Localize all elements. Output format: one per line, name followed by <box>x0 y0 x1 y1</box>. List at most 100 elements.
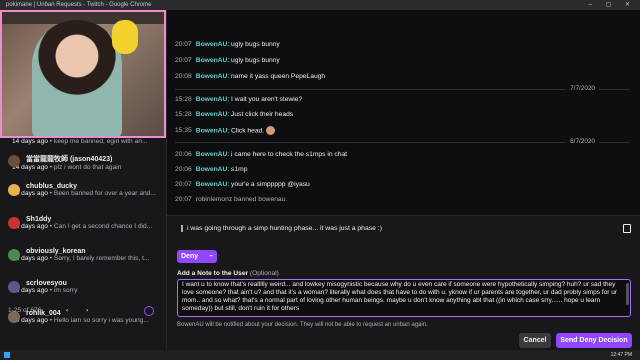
deny-label: Deny <box>181 253 199 260</box>
plush-toy <box>112 20 138 54</box>
chat-message: 20:07 BowenAU: ugly bugs bunny <box>175 57 280 64</box>
message-text: banned bowenau. <box>232 196 288 203</box>
note-textarea[interactable]: I want u to know that's reallllly weird.… <box>177 279 631 317</box>
message-time: 15:28 <box>175 96 192 103</box>
request-preview: Can I get a second chance I did... <box>53 223 153 230</box>
chat-message: 15:35 BowenAU: Click head. <box>175 126 276 135</box>
window-title: pokimane | Unban Requests - Twitch - Goo… <box>6 2 152 8</box>
message-time: 15:35 <box>175 127 192 135</box>
pagination-count: 1-25 of 676 <box>8 307 42 314</box>
message-user[interactable]: BowenAU <box>196 181 228 188</box>
send-deny-decision-button[interactable]: Send Deny Decision <box>556 333 632 348</box>
message-time: 20:07 <box>175 57 192 64</box>
list-item[interactable]: 14 days ago • keep me banned, egirl with… <box>0 138 166 145</box>
message-user[interactable]: BowenAU <box>196 151 228 158</box>
request-username: obviously_korean <box>26 248 86 255</box>
note-scrollbar[interactable] <box>626 283 629 305</box>
request-text: i was going through a simp hunting phase… <box>181 225 382 232</box>
chat-message: 20:06 BowenAU: i came here to check the s… <box>175 151 347 158</box>
unban-request-list: 14 days ago • keep me banned, egirl with… <box>0 138 166 350</box>
message-time: 20:08 <box>175 73 192 80</box>
taskbar-clock: 12:47 PM <box>610 352 632 358</box>
message-text: : Click head. <box>227 127 265 135</box>
message-user[interactable]: BowenAU <box>196 166 228 173</box>
pagination: 1-25 of 676 ‹ › <box>0 304 166 318</box>
deny-selection-button[interactable]: Deny – <box>177 250 217 263</box>
list-item[interactable]: obviously_korean 16 days ago • Sorry, I … <box>0 248 166 262</box>
message-text: : s1mp <box>227 166 248 173</box>
request-preview: Been banned for over a year and... <box>53 190 156 197</box>
message-time: 20:06 <box>175 151 192 158</box>
note-optional-text: (Optional) <box>249 270 279 277</box>
message-user[interactable]: BowenAU <box>196 73 228 80</box>
date-separator: 7/7/2020 <box>175 85 629 92</box>
browser-title-bar: pokimane | Unban Requests - Twitch - Goo… <box>0 0 640 10</box>
list-item[interactable]: chublus_ducky 14 days ago • Been banned … <box>0 183 166 197</box>
message-time: 20:06 <box>175 166 192 173</box>
message-text: : i came here to check the s1mps in chat <box>227 151 348 158</box>
avatar <box>8 281 20 293</box>
message-text: : your'e a simppppp @iyasu <box>227 181 310 188</box>
os-taskbar: 12:47 PM <box>0 350 640 360</box>
date-label: 7/7/2020 <box>566 85 599 92</box>
message-text: : name it yass queen PepeLaugh <box>227 73 326 80</box>
chat-history-panel: 20:07 BowenAU: ugly bugs bunny 20:07 Bowen… <box>166 10 640 350</box>
message-time: 20:07 <box>175 41 192 48</box>
window-controls[interactable]: – ▢ ✕ <box>589 0 636 10</box>
avatar <box>8 217 20 229</box>
deny-dropdown-icon[interactable]: – <box>209 250 213 263</box>
message-text: : I wait you aren't stewie? <box>227 96 303 103</box>
chat-message: 15:28 BowenAU: Just click their heads <box>175 111 293 118</box>
report-flag-icon[interactable] <box>623 224 631 233</box>
message-user[interactable]: BowenAU <box>196 57 228 64</box>
message-user[interactable]: BowenAU <box>196 127 228 134</box>
decision-panel: Deny – Add a Note to the User (Optional)… <box>167 245 640 350</box>
date-label: 8/7/2020 <box>566 138 599 145</box>
webcam-overlay <box>0 10 166 138</box>
list-item[interactable]: scrlovesyou 16 days ago • im sorry <box>0 280 166 294</box>
avatar <box>8 155 20 167</box>
message-user[interactable]: BowenAU <box>196 96 228 103</box>
date-separator: 8/7/2020 <box>175 138 629 145</box>
chat-message: 15:28 BowenAU: I wait you aren't stewie? <box>175 96 302 103</box>
request-preview: Sorry, I barely remember this, t... <box>53 255 150 262</box>
emote-icon <box>266 126 276 135</box>
request-username: scrlovesyou <box>26 280 67 287</box>
filter-icon[interactable] <box>144 306 154 316</box>
notification-notice: BowenAU will be notified about your deci… <box>177 322 428 328</box>
chat-message: 20:07 robinlemonz banned bowenau. <box>175 196 287 203</box>
request-username: Sh1ddy <box>26 216 52 223</box>
note-label: Add a Note to the User (Optional) <box>177 270 279 277</box>
message-text: : ugly bugs bunny <box>227 57 280 64</box>
avatar <box>8 249 20 261</box>
chat-message: 20:07 BowenAU: ugly bugs bunny <box>175 41 280 48</box>
request-preview: keep me banned, egirl with an... <box>53 138 148 145</box>
note-text: I want u to know that's reallllly weird.… <box>182 281 617 312</box>
list-item[interactable]: Sh1ddy 15 days ago • Can I get a second … <box>0 216 166 230</box>
chat-message: 20:07 BowenAU: your'e a simppppp @iyasu <box>175 181 310 188</box>
request-username: 當當龍龍牧師 (jason40423) <box>26 156 113 163</box>
request-preview: plz i wont do that again <box>53 164 122 171</box>
avatar <box>8 184 20 196</box>
message-time: 20:07 <box>175 196 192 203</box>
request-age: 14 days ago <box>12 138 48 145</box>
request-preview: Hello iam so sorry i was young... <box>53 317 149 324</box>
cancel-button[interactable]: Cancel <box>519 333 551 348</box>
start-icon[interactable] <box>4 352 10 358</box>
message-user[interactable]: BowenAU <box>196 111 228 118</box>
message-time: 20:07 <box>175 181 192 188</box>
request-preview: im sorry <box>53 287 78 294</box>
pagination-arrows[interactable]: ‹ › <box>66 304 96 318</box>
note-label-text: Add a Note to the User <box>177 270 249 277</box>
message-text: : ugly bugs bunny <box>227 41 280 48</box>
unban-request-message: i was going through a simp hunting phase… <box>167 215 640 245</box>
request-username: chublus_ducky <box>26 183 77 190</box>
message-text: : Just click their heads <box>227 111 294 118</box>
message-time: 15:28 <box>175 111 192 118</box>
message-user[interactable]: robinlemonz <box>196 196 232 203</box>
chat-message: 20:06 BowenAU: s1mp <box>175 166 247 173</box>
list-item[interactable]: 當當龍龍牧師 (jason40423) 14 days ago • plz i … <box>0 154 166 171</box>
chat-message: 20:08 BowenAU: name it yass queen PepeLau… <box>175 73 325 80</box>
streamer-figure <box>32 20 122 136</box>
message-user[interactable]: BowenAU <box>196 41 228 48</box>
